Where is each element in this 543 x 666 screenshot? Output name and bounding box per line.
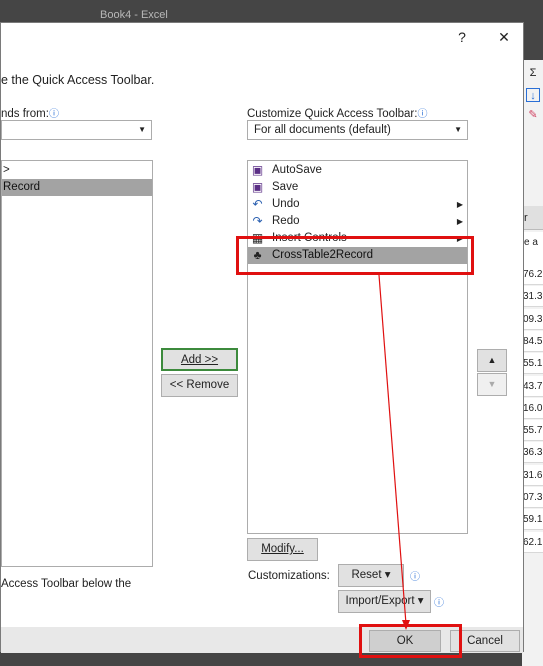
customize-toolbar-value: For all documents (default) [254,124,391,136]
add-button-label: Add >> [180,354,219,366]
sheet-cell[interactable]: 62.1 [522,531,543,553]
excel-options-dialog: ? ✕ e the Quick Access Toolbar. nds from… [0,22,524,653]
table-icon: ▦ [251,231,264,245]
redo-icon: ↷ [252,214,263,228]
list-item-label: AutoSave [272,164,322,176]
list-item-label: Insert Controls [272,232,347,244]
info-icon: ⓘ [434,598,444,609]
flowchart-icon: ♣ [253,248,262,262]
sheet-cell[interactable]: 55.1 [522,353,543,375]
sheet-cell[interactable]: 31.6 [522,464,543,486]
modify-button[interactable]: Modify... [247,538,318,561]
autosum-icon[interactable]: Σ [526,66,540,80]
list-item[interactable]: ▣ Save [248,179,467,196]
sheet-cell[interactable]: 36.3 [522,442,543,464]
list-item[interactable]: ↷ Redo ▶ [248,213,467,230]
add-button[interactable]: Add >> [161,348,238,371]
excel-window-title: Book4 - Excel [100,9,168,21]
sheet-cell[interactable]: 16.0 [522,397,543,419]
sheet-cell[interactable]: 84.5 [522,330,543,352]
save-icon: ▣ [251,180,264,194]
reset-button[interactable]: Reset ▾ [338,564,404,587]
import-export-button[interactable]: Import/Export ▾ [338,590,431,613]
commands-from-label: nds from:ⓘ [1,105,59,120]
dialog-intro-text: e the Quick Access Toolbar. [1,73,155,87]
list-item-label: Save [272,181,299,193]
commands-list[interactable]: > Record [1,160,153,567]
close-icon[interactable]: ✕ [493,27,515,47]
undo-icon: ↶ [252,197,263,211]
chevron-down-icon: ▼ [138,125,146,134]
commands-from-text: nds from: [1,108,49,120]
info-icon: ⓘ [417,109,428,120]
customize-toolbar-text: Customize Quick Access Toolbar: [247,108,418,120]
header-cell[interactable]: e a [522,232,543,268]
ok-button[interactable]: OK [369,630,441,652]
list-item-label: Redo [272,215,300,227]
clear-icon[interactable]: ✎ [526,108,540,122]
list-item-label: Undo [272,198,300,210]
info-icon: ⓘ [48,109,59,120]
sheet-cell[interactable]: 76.2 [522,264,543,285]
list-item[interactable]: ↶ Undo ▶ [248,196,467,213]
cancel-button[interactable]: Cancel [450,630,520,652]
customize-toolbar-dropdown[interactable]: For all documents (default) ▼ [247,120,468,140]
save-icon: ▣ [251,163,264,177]
list-item[interactable]: ▣ AutoSave [248,162,467,179]
modify-button-label: Modify... [261,543,304,555]
list-item-label: CrossTable2Record [272,249,373,261]
customizations-label: Customizations: [248,570,330,582]
remove-button[interactable]: << Remove [161,374,238,397]
list-item[interactable]: Record [2,179,152,196]
sheet-cell[interactable]: 09.3 [522,308,543,330]
show-toolbar-below-text: Access Toolbar below the [1,578,132,590]
list-item[interactable]: > [2,162,152,179]
commands-from-dropdown[interactable]: ▼ [1,120,152,140]
dialog-titlebar: ? ✕ [1,23,523,51]
sheet-cell[interactable]: 59.1 [522,509,543,531]
sheet-cell[interactable]: 43.7 [522,375,543,397]
list-item[interactable]: ♣ CrossTable2Record [248,247,467,264]
submenu-arrow-icon: ▶ [456,234,463,243]
info-icon: ⓘ [410,572,420,583]
move-down-button[interactable]: ▼ [477,373,507,396]
fill-down-icon[interactable]: ↓ [526,88,540,102]
sheet-cell[interactable]: 31.3 [522,286,543,308]
toolbar-commands-list[interactable]: ▣ AutoSave ▣ Save ↶ Undo ▶ ↷ Redo ▶ ▦ Insert Contro… [247,160,468,534]
dialog-button-bar [1,627,523,653]
sheet-cell[interactable]: 07.3 [522,487,543,508]
chevron-down-icon: ▼ [454,125,462,134]
column-header[interactable]: r [522,206,543,230]
submenu-arrow-icon: ▶ [456,200,463,209]
help-button[interactable]: ? [451,27,473,47]
sheet-cell[interactable]: 55.7 [522,420,543,442]
submenu-arrow-icon: ▶ [456,217,463,226]
list-item[interactable]: ▦ Insert Controls ▶ [248,230,467,247]
customize-toolbar-label: Customize Quick Access Toolbar:ⓘ [247,105,427,120]
move-up-button[interactable]: ▲ [477,349,507,372]
